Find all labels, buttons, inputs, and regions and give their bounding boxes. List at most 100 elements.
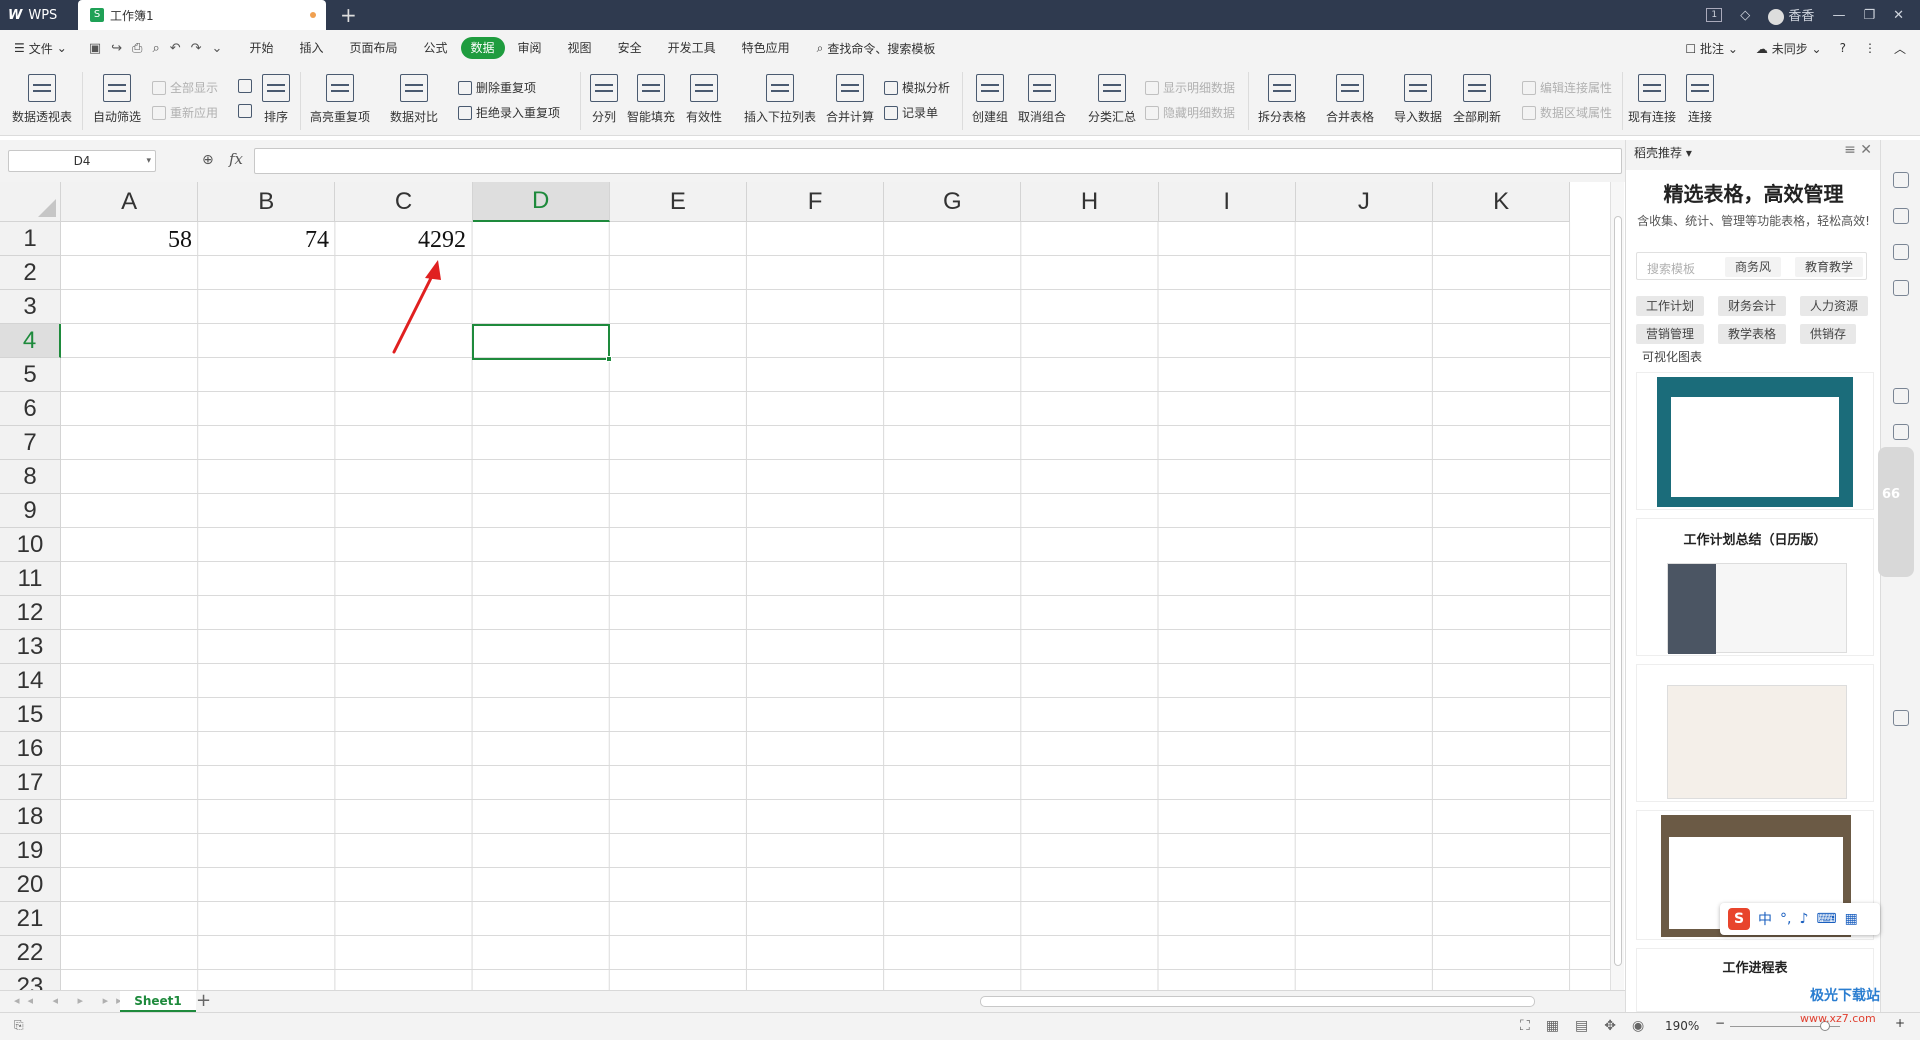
close-button[interactable]: ✕ (1893, 8, 1904, 23)
document-tab[interactable]: S 工作簿1 (78, 0, 326, 30)
row-header-20[interactable]: 20 (0, 868, 61, 902)
panel-close-icon[interactable]: ✕ (1860, 142, 1872, 158)
command-search[interactable]: ⌕ 查找命令、搜索模板 (803, 40, 936, 57)
tag-business[interactable]: 商务风 (1725, 257, 1782, 277)
record-form-button[interactable]: 记录单 (884, 104, 938, 121)
row-header-7[interactable]: 7 (0, 426, 61, 460)
tab-special[interactable]: 特色应用 (729, 37, 803, 59)
sync-button[interactable]: ☁ 未同步 ⌄ (1756, 40, 1822, 57)
consolidate-button[interactable]: 合并计算 (826, 74, 874, 125)
row-header-10[interactable]: 10 (0, 528, 61, 562)
tab-insert[interactable]: 插入 (286, 37, 336, 59)
row-header-12[interactable]: 12 (0, 596, 61, 630)
ungroup-button[interactable]: 取消组合 (1018, 74, 1066, 125)
add-sheet-button[interactable]: + (196, 991, 211, 1011)
vertical-scrollbar[interactable] (1610, 182, 1624, 990)
create-group-button[interactable]: 创建组 (972, 74, 1008, 125)
file-menu[interactable]: ☰ 文件 ⌄ (0, 40, 75, 57)
row-header-17[interactable]: 17 (0, 766, 61, 800)
split-table-button[interactable]: 拆分表格 (1258, 74, 1306, 125)
insert-function-button[interactable]: fx (229, 150, 243, 168)
connect-button[interactable]: 连接 (1686, 74, 1714, 125)
template-thumb-1[interactable] (1636, 372, 1874, 510)
select-tool-icon[interactable] (1893, 172, 1909, 188)
cell-c1[interactable]: 4292 (335, 222, 472, 256)
tab-data[interactable]: 数据 (460, 37, 505, 59)
ime-toolbar[interactable]: S 中 °, ♪ ⌨ ▦ (1720, 903, 1880, 935)
sort-desc-button[interactable] (238, 104, 252, 118)
undo-icon[interactable]: ↶ (170, 41, 181, 56)
cat-teaching[interactable]: 教学表格 (1718, 324, 1787, 344)
row-header-23[interactable]: 23 (0, 970, 61, 990)
autofilter-button[interactable]: 自动筛选 (93, 74, 141, 125)
column-header-f[interactable]: F (747, 182, 885, 222)
smart-fill-button[interactable]: 智能填充 (627, 74, 675, 125)
row-header-4[interactable]: 4 (0, 324, 61, 358)
cell-b1[interactable]: 74 (198, 222, 335, 256)
column-header-i[interactable]: I (1158, 182, 1296, 222)
skin-icon[interactable]: ◇ (1740, 8, 1750, 23)
help-tool-icon[interactable] (1893, 710, 1909, 726)
sheet-tab-sheet1[interactable]: Sheet1 (120, 991, 196, 1012)
column-header-e[interactable]: E (609, 182, 747, 222)
panel-menu-icon[interactable]: ≡ (1844, 142, 1856, 158)
row-header-1[interactable]: 1 (0, 222, 61, 256)
tab-developer[interactable]: 开发工具 (655, 37, 729, 59)
row-header-8[interactable]: 8 (0, 460, 61, 494)
vertical-scroll-thumb[interactable] (1614, 216, 1622, 966)
row-header-5[interactable]: 5 (0, 358, 61, 392)
cell-a1[interactable]: 58 (61, 222, 198, 256)
cat-work-plan[interactable]: 工作计划 (1636, 296, 1705, 316)
archive-tool-icon[interactable] (1893, 424, 1909, 440)
refresh-all-button[interactable]: 全部刷新 (1453, 74, 1501, 125)
show-all-button[interactable]: 全部显示 (152, 79, 218, 96)
print-icon[interactable]: ⎙ (132, 41, 142, 56)
data-area-button[interactable]: 数据区域属性 (1522, 104, 1612, 121)
row-header-14[interactable]: 14 (0, 664, 61, 698)
tab-page-layout[interactable]: 页面布局 (336, 37, 410, 59)
table-tool-icon[interactable] (1893, 280, 1909, 296)
formula-input[interactable] (254, 148, 1622, 174)
tab-formula[interactable]: 公式 (411, 37, 461, 59)
column-header-g[interactable]: G (884, 182, 1022, 222)
row-header-16[interactable]: 16 (0, 732, 61, 766)
macro-icon[interactable]: ⎘ (14, 1018, 24, 1033)
network-monitor-widget[interactable]: 66 (1878, 447, 1914, 577)
user-account[interactable]: 香香 (1768, 5, 1814, 25)
edit-link-button[interactable]: 编辑连接属性 (1522, 79, 1612, 96)
collapse-ribbon-icon[interactable]: ︿ (1894, 40, 1906, 57)
fill-handle[interactable] (606, 356, 612, 362)
cell-area[interactable] (61, 222, 1610, 990)
column-header-k[interactable]: K (1433, 182, 1571, 222)
row-header-21[interactable]: 21 (0, 902, 61, 936)
whatif-button[interactable]: 模拟分析 (884, 79, 950, 96)
column-header-c[interactable]: C (335, 182, 473, 222)
restore-button[interactable]: ❐ (1863, 8, 1875, 23)
cat-marketing[interactable]: 营销管理 (1636, 324, 1705, 344)
data-compare-button[interactable]: 数据对比 (390, 74, 438, 125)
split-column-button[interactable]: 分列 (590, 74, 618, 125)
export-icon[interactable]: ↪ (111, 41, 122, 56)
help-icon[interactable]: ? (1840, 41, 1846, 55)
save-icon[interactable]: ▣ (89, 41, 101, 56)
customize-icon[interactable]: ⌄ (212, 41, 223, 56)
ime-language[interactable]: 中 (1758, 909, 1772, 929)
template-search-input[interactable]: 搜索模板 商务风 教育教学 (1636, 252, 1867, 280)
tab-security[interactable]: 安全 (605, 37, 655, 59)
comments-button[interactable]: ☐ 批注 ⌄ (1685, 40, 1737, 57)
page-break-icon[interactable]: ▤ (1575, 1018, 1588, 1034)
zoom-formula-icon[interactable]: ⊕ (202, 152, 214, 168)
active-cell-d4[interactable] (472, 324, 612, 362)
sheet-nav-arrows[interactable]: ◂◂ ◂ ▸ ▸▸ (14, 994, 130, 1007)
column-header-h[interactable]: H (1021, 182, 1159, 222)
row-header-9[interactable]: 9 (0, 494, 61, 528)
microphone-icon[interactable]: ♪ (1799, 911, 1808, 927)
print-preview-icon[interactable]: ⌕ (152, 41, 159, 56)
toolbox-icon[interactable]: ▦ (1845, 911, 1858, 927)
backup-tool-icon[interactable] (1893, 388, 1909, 404)
row-header-6[interactable]: 6 (0, 392, 61, 426)
validity-button[interactable]: 有效性 (686, 74, 722, 125)
merge-table-button[interactable]: 合并表格 (1326, 74, 1374, 125)
row-header-18[interactable]: 18 (0, 800, 61, 834)
horizontal-scrollbar[interactable] (980, 996, 1535, 1007)
